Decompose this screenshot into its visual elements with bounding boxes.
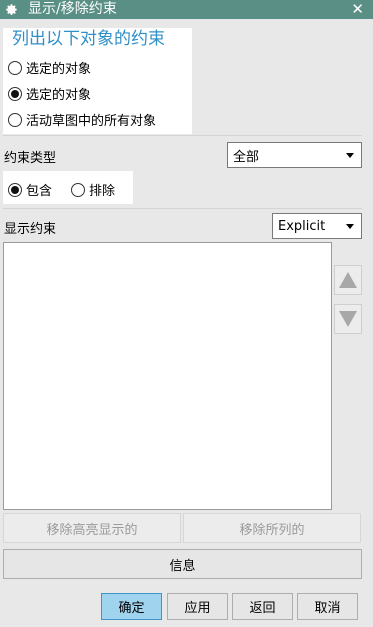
display-constraints-label: 显示约束 [4,222,57,237]
radio-exclude[interactable]: 排除 [71,180,115,199]
radio-label: 排除 [89,184,116,199]
display-constraints-dropdown[interactable]: Explicit [272,213,362,239]
apply-button[interactable]: 应用 [167,593,228,620]
gear-icon[interactable] [4,3,18,17]
info-button[interactable]: 信息 [3,549,362,579]
radio-button[interactable] [8,112,22,127]
move-up-button[interactable] [334,265,362,295]
constraint-type-dropdown[interactable]: 全部 [227,142,362,168]
constraints-list[interactable] [3,242,332,510]
cancel-button[interactable]: 取消 [297,593,358,620]
dialog-panel: 列出以下对象的约束 选定的对象 选定的对象 活动草图中的所有对象 约束类型 全部… [0,19,373,627]
close-icon[interactable]: ✕ [351,0,364,19]
remove-highlighted-button[interactable]: 移除高亮显示的 [3,513,181,543]
window-title: 显示/移除约束 [28,1,117,17]
divider [3,135,362,136]
radio-selected-objects-1[interactable]: 选定的对象 [8,58,91,77]
triangle-up-icon [339,272,357,288]
list-objects-group: 列出以下对象的约束 选定的对象 选定的对象 活动草图中的所有对象 [3,28,192,134]
title-bar: 显示/移除约束 ✕ [0,0,373,19]
radio-selected-objects-2[interactable]: 选定的对象 [8,84,91,103]
constraint-type-label: 约束类型 [4,151,57,166]
chevron-down-icon [346,153,354,158]
remove-listed-button[interactable]: 移除所列的 [183,513,361,543]
move-down-button[interactable] [334,304,362,334]
group-title: 列出以下对象的约束 [12,29,165,49]
radio-button-checked[interactable] [8,182,22,197]
radio-label: 选定的对象 [26,62,92,77]
radio-button[interactable] [8,60,22,75]
radio-button-checked[interactable] [8,86,22,101]
dropdown-value: Explicit [278,218,326,234]
include-exclude-group: 包含 排除 [3,171,133,204]
radio-all-sketch-objects[interactable]: 活动草图中的所有对象 [8,110,156,129]
radio-include[interactable]: 包含 [8,180,52,199]
radio-label: 选定的对象 [26,88,92,103]
dropdown-value: 全部 [233,149,260,165]
radio-label: 活动草图中的所有对象 [26,114,157,129]
divider [3,208,362,209]
radio-label: 包含 [26,184,53,199]
chevron-down-icon [346,224,354,229]
triangle-down-icon [339,311,357,327]
ok-button[interactable]: 确定 [101,593,162,620]
radio-button[interactable] [71,182,85,197]
back-button[interactable]: 返回 [232,593,293,620]
